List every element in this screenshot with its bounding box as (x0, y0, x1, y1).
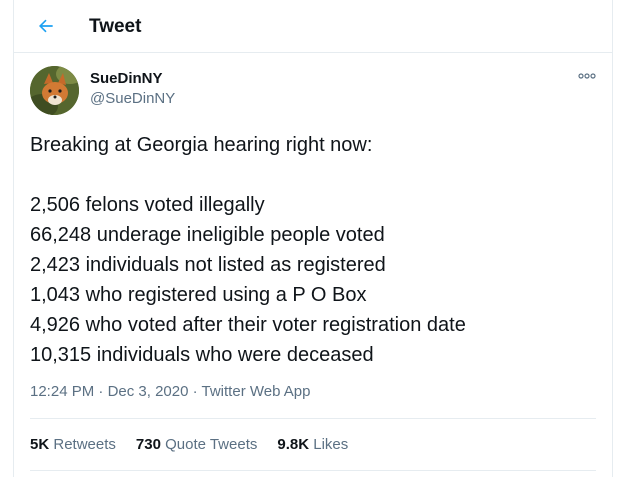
quote-tweets-label: Quote Tweets (165, 436, 258, 453)
author-handle[interactable]: @SueDinNY (90, 90, 175, 107)
tweet-date[interactable]: Dec 3, 2020 (108, 383, 189, 400)
quote-tweets-count: 730 (135, 436, 161, 453)
likes-stat[interactable]: 9.8K Likes (277, 436, 348, 453)
quote-tweets-stat[interactable]: 730 Quote Tweets (136, 436, 257, 453)
meta-separator: · (188, 383, 202, 400)
tweet-line: 2,506 felons voted illegally (30, 194, 265, 216)
author-name[interactable]: SueDinNY (90, 70, 163, 87)
tweet-line: Breaking at Georgia hearing right now: (30, 134, 373, 156)
retweets-stat[interactable]: 5K Retweets (30, 436, 116, 453)
fox-avatar-image (30, 66, 79, 115)
divider (30, 418, 596, 419)
more-options-button[interactable] (576, 69, 598, 83)
divider (30, 470, 596, 471)
back-arrow-icon (39, 19, 53, 33)
likes-label: Likes (313, 436, 349, 453)
retweets-count: 5K (30, 436, 50, 453)
avatar[interactable] (30, 66, 79, 115)
tweet-column: Tweet SueDinNY @SueDinNY Breaking at Geo… (13, 0, 613, 477)
tweet-time[interactable]: 12:24 PM (30, 383, 94, 400)
meta-separator: · (94, 383, 108, 400)
page-title: Tweet (89, 16, 142, 37)
likes-count: 9.8K (277, 436, 310, 453)
tweet-line: 4,926 who voted after their voter regist… (30, 314, 466, 336)
back-button[interactable] (32, 12, 60, 40)
tweet-source[interactable]: Twitter Web App (202, 383, 311, 400)
tweet-line: 10,315 individuals who were deceased (30, 344, 374, 366)
tweet-line: 66,248 underage ineligible people voted (30, 224, 385, 246)
tweet-stats: 5K Retweets 730 Quote Tweets 9.8K Likes (30, 436, 348, 453)
tweet-line: 2,423 individuals not listed as register… (30, 254, 386, 276)
page-header: Tweet (14, 0, 612, 53)
retweets-label: Retweets (53, 436, 116, 453)
tweet-line: 1,043 who registered using a P O Box (30, 284, 367, 306)
tweet-meta: 12:24 PM · Dec 3, 2020 · Twitter Web App (30, 383, 310, 400)
tweet-text: Breaking at Georgia hearing right now: 2… (30, 130, 600, 370)
more-dots-icon (578, 73, 596, 79)
